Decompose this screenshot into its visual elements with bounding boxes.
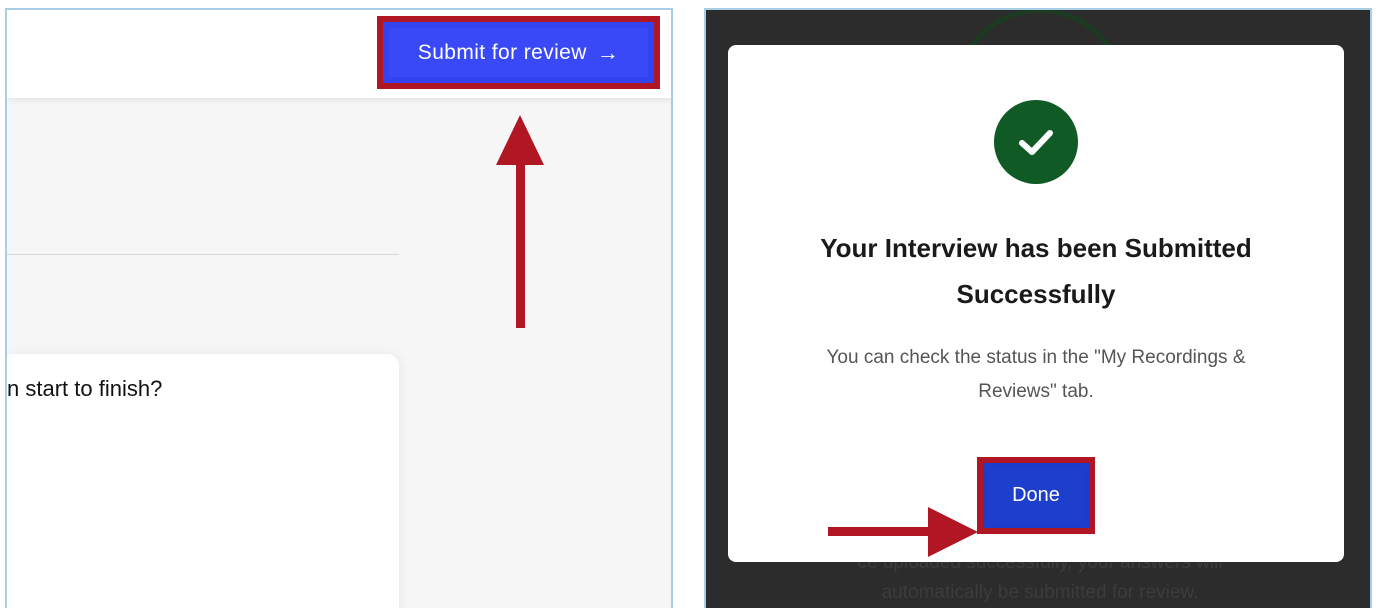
done-button[interactable]: Done xyxy=(989,469,1083,522)
modal-title: Your Interview has been Submitted Succes… xyxy=(758,225,1314,317)
section-divider xyxy=(7,254,399,255)
background-text-line2: automatically be submitted for review. xyxy=(881,582,1199,603)
question-card: n start to finish? xyxy=(7,354,399,608)
modal-message-line2: Reviews" tab. xyxy=(978,381,1094,402)
modal-message: You can check the status in the "My Reco… xyxy=(758,341,1314,409)
checkmark-icon xyxy=(1019,130,1053,155)
interview-page-panel: Submit for review → n start to finish? xyxy=(5,8,673,608)
done-highlight-box: Done xyxy=(977,457,1095,534)
submit-for-review-button[interactable]: Submit for review → xyxy=(389,28,648,77)
check-circle-icon xyxy=(994,100,1078,184)
success-modal: Your Interview has been Submitted Succes… xyxy=(728,45,1344,562)
submit-highlight-box: Submit for review → xyxy=(377,16,660,89)
modal-title-line2: Successfully xyxy=(956,279,1116,309)
annotation-arrow-right-icon xyxy=(928,507,978,557)
annotation-arrow-up-icon xyxy=(496,115,544,165)
modal-message-line1: You can check the status in the "My Reco… xyxy=(826,347,1246,368)
success-dialog-panel: ce uploaded successfully, your answers w… xyxy=(704,8,1372,608)
annotation-arrow-right-shaft xyxy=(828,527,936,536)
arrow-right-icon: → xyxy=(596,39,620,65)
annotation-arrow-up-shaft xyxy=(516,160,525,328)
top-bar: Submit for review → xyxy=(7,10,671,98)
modal-title-line1: Your Interview has been Submitted xyxy=(820,233,1252,263)
submit-button-label: Submit for review xyxy=(417,40,587,64)
question-text: n start to finish? xyxy=(7,376,163,401)
